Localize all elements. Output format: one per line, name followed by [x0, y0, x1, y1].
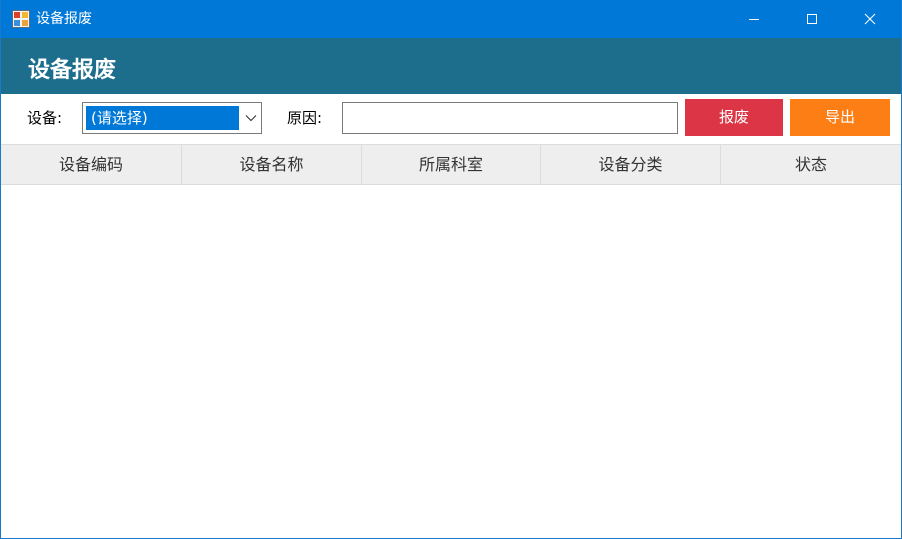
window-title: 设备报废 — [36, 11, 92, 27]
maximize-button[interactable] — [789, 0, 835, 38]
app-icon — [12, 10, 30, 28]
maximize-icon — [807, 14, 817, 24]
app-window: 设备报废 设备报废 设备: (请选择) 原因: 报废 导出 设备编码 设备名称 … — [0, 0, 902, 539]
minimize-icon — [749, 19, 759, 20]
reason-input[interactable] — [342, 102, 678, 134]
minimize-button[interactable] — [731, 0, 777, 38]
title-bar[interactable]: 设备报废 — [1, 0, 901, 38]
device-select-value: (请选择) — [86, 106, 239, 130]
device-label: 设备: — [27, 109, 63, 127]
close-icon — [864, 13, 876, 25]
device-grid[interactable]: 设备编码 设备名称 所属科室 设备分类 状态 — [1, 144, 901, 538]
chevron-down-icon[interactable] — [245, 114, 257, 122]
reason-label: 原因: — [287, 109, 323, 127]
close-button[interactable] — [847, 0, 893, 38]
scrap-button[interactable]: 报废 — [685, 99, 783, 136]
column-header-status[interactable]: 状态 — [721, 145, 901, 184]
column-header-category[interactable]: 设备分类 — [541, 145, 721, 184]
column-header-department[interactable]: 所属科室 — [362, 145, 541, 184]
device-select[interactable]: (请选择) — [82, 102, 262, 134]
export-button[interactable]: 导出 — [790, 99, 890, 136]
page-title: 设备报废 — [28, 58, 117, 83]
page-header: 设备报废 — [1, 38, 901, 94]
grid-header: 设备编码 设备名称 所属科室 设备分类 状态 — [1, 144, 901, 185]
column-header-device-code[interactable]: 设备编码 — [1, 145, 182, 184]
column-header-device-name[interactable]: 设备名称 — [182, 145, 362, 184]
